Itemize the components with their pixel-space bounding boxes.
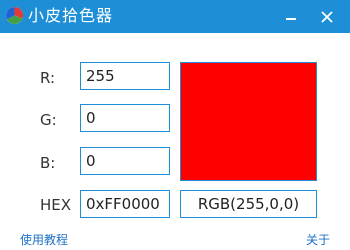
window-title: 小皮拾色器 — [28, 6, 114, 25]
close-icon — [321, 10, 333, 23]
title-bar[interactable]: 小皮拾色器 — [0, 0, 350, 33]
tutorial-link[interactable]: 使用教程 — [20, 232, 68, 248]
hex-input[interactable]: 0xFF0000 — [80, 190, 170, 218]
r-input[interactable]: 255 — [80, 62, 170, 90]
g-input[interactable]: 0 — [80, 104, 170, 132]
minimize-button[interactable] — [274, 0, 308, 33]
app-logo-icon — [5, 6, 24, 25]
g-label: G: — [40, 111, 57, 129]
rgb-value-display[interactable]: RGB(255,0,0) — [180, 190, 317, 218]
b-input[interactable]: 0 — [80, 147, 170, 175]
minimize-icon — [286, 17, 296, 20]
b-label: B: — [40, 154, 56, 172]
color-preview-swatch — [180, 62, 317, 181]
close-button[interactable] — [310, 0, 344, 33]
about-link[interactable]: 关于 — [306, 232, 330, 248]
hex-label: HEX — [40, 196, 72, 214]
r-label: R: — [40, 69, 56, 87]
